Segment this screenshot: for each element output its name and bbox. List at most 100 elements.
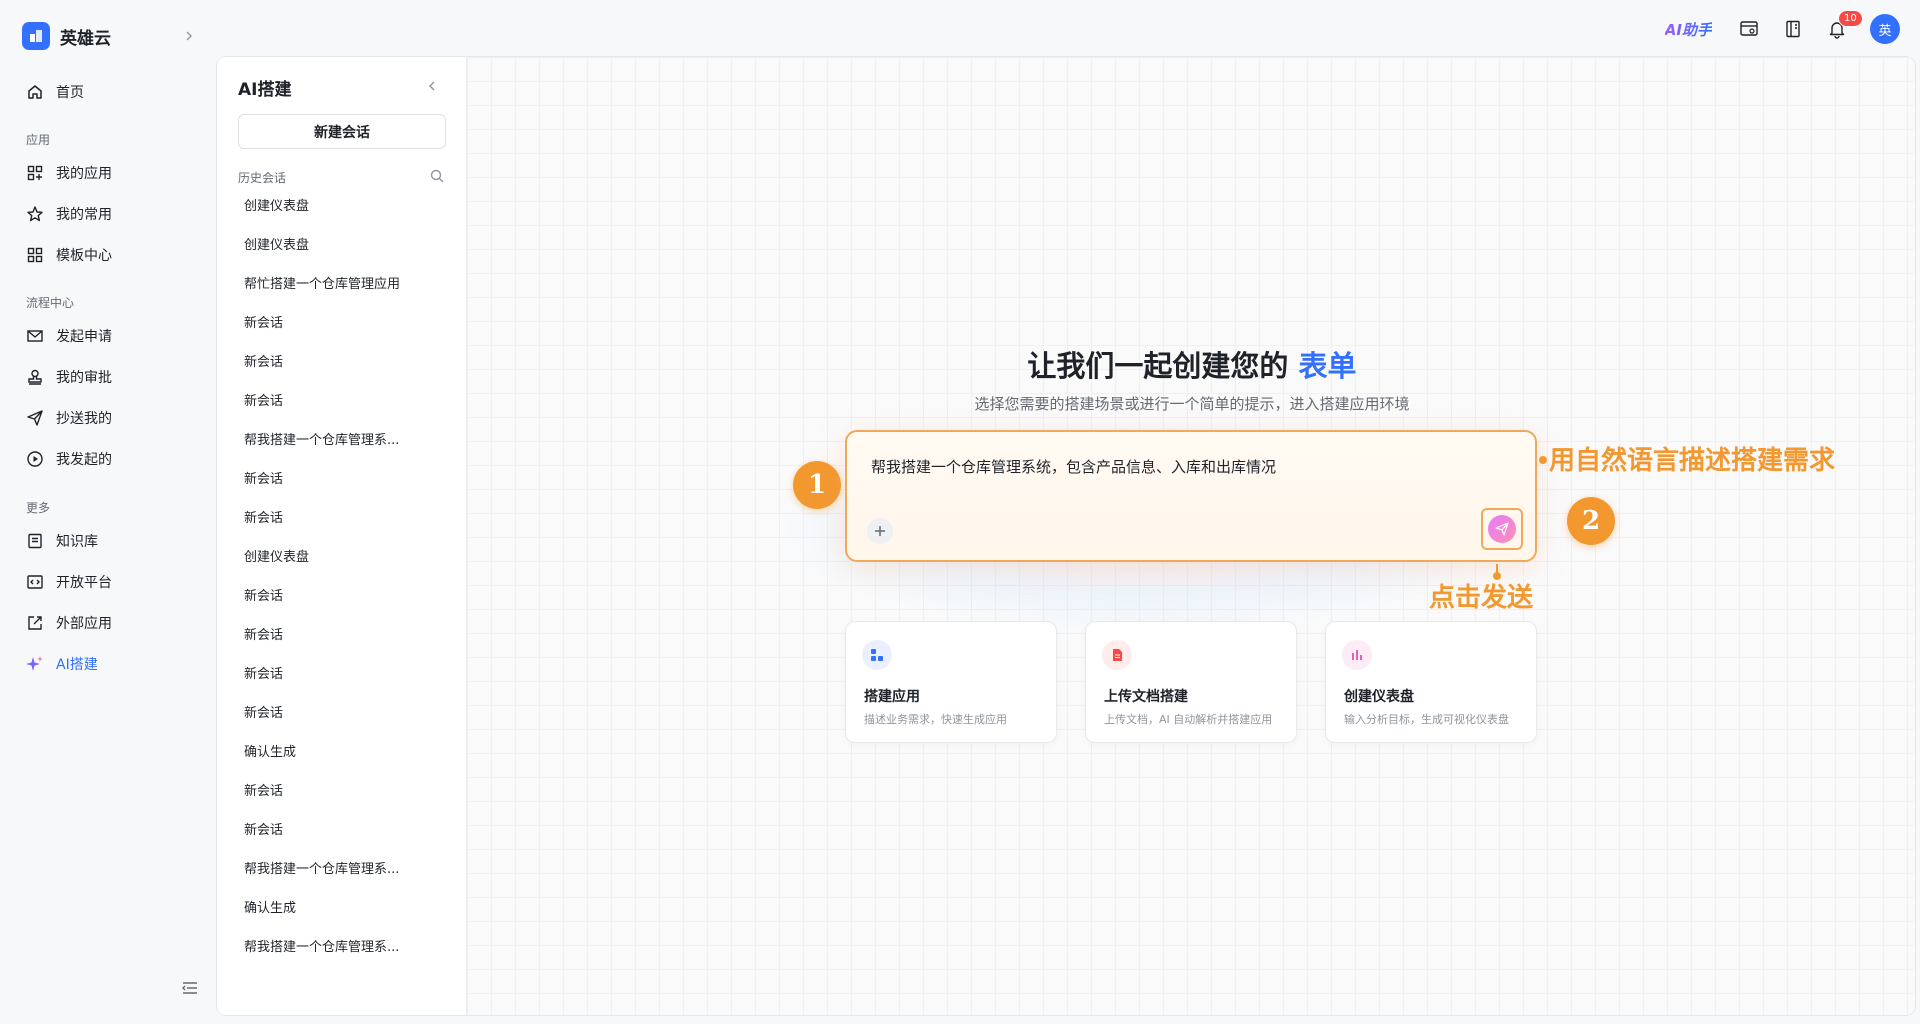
nav-item-label: 我的常用 [56,207,112,223]
history-item[interactable]: 确认生成 [227,887,459,926]
prompt-input-box[interactable]: 帮我搭建一个仓库管理系统，包含产品信息、入库和出库情况 [845,430,1537,562]
nav-item-my-approval[interactable]: 我的审批 [26,365,112,389]
history-item[interactable]: 帮我搭建一个仓库管理系... [227,926,459,965]
card-desc: 输入分析目标，生成可视化仪表盘 [1344,713,1509,726]
card-build-app[interactable]: 搭建应用 描述业务需求，快速生成应用 [845,621,1057,743]
step-1-badge: 1 [793,461,841,509]
brand-logo-icon [22,22,50,50]
book-icon [28,533,42,549]
history-item[interactable]: 确认生成 [227,731,459,770]
blocks-icon [862,640,892,670]
nav-item-cc-me[interactable]: 抄送我的 [26,406,112,430]
hero-title: 让我们一起创建您的 表单 [467,343,1915,385]
history-item[interactable]: 帮我搭建一个仓库管理系... [227,848,459,887]
send-button[interactable] [1488,515,1516,543]
nav-item-home[interactable]: 首页 [26,80,84,104]
document-icon [1102,640,1132,670]
code-window-icon [27,575,43,589]
nav-item-label: 我的应用 [56,166,112,182]
nav-item-apply[interactable]: 发起申请 [26,324,112,348]
nav-item-label: 开放平台 [56,575,112,591]
card-create-dashboard[interactable]: 创建仪表盘 输入分析目标，生成可视化仪表盘 [1325,621,1537,743]
history-item[interactable]: 新会话 [227,497,459,536]
nav-item-label: 外部应用 [56,616,112,632]
nav-item-templates[interactable]: 模板中心 [26,243,112,267]
hero-title-accent: 表单 [1298,349,1357,383]
nav-section-process: 流程中心 [26,296,75,310]
top-actions: AI助手 10 英 [1665,10,1900,44]
history-item[interactable]: 新会话 [227,341,459,380]
nav-item-initiated[interactable]: 我发起的 [26,447,112,471]
card-title: 创建仪表盘 [1344,689,1414,705]
build-canvas: 让我们一起创建您的 表单 选择您需要的搭建场景或进行一个简单的提示，进入搭建应用… [467,57,1915,1015]
apps-grid-icon [27,165,43,181]
avatar[interactable]: 英 [1870,14,1900,44]
history-item[interactable]: 新会话 [227,458,459,497]
nav-item-label: 抄送我的 [56,411,112,427]
card-desc: 描述业务需求，快速生成应用 [864,713,1007,726]
nav-item-label: AI搭建 [56,657,98,673]
history-item[interactable]: 新会话 [227,692,459,731]
add-attachment-button[interactable] [867,518,893,544]
annotation-step1-text: 用自然语言描述搭建需求 [1549,446,1836,476]
prompt-input[interactable]: 帮我搭建一个仓库管理系统，包含产品信息、入库和出库情况 [871,456,1276,477]
collapse-sidebar-icon[interactable] [180,978,200,998]
brand-name: 英雄云 [60,28,111,49]
nav-item-label: 我发起的 [56,452,112,468]
nav-item-label: 发起申请 [56,329,112,345]
nav-item-favorites[interactable]: 我的常用 [26,202,112,226]
card-title: 搭建应用 [864,689,920,705]
nav-item-external-apps[interactable]: 外部应用 [26,611,112,635]
left-nav: 英雄云 首页 应用 我的应用 我的常用 模板中心 流程中心 发起申请 我的审批 … [0,0,216,1024]
history-item[interactable]: 帮我搭建一个仓库管理系... [227,419,459,458]
history-item[interactable]: 新会话 [227,770,459,809]
new-chat-button[interactable]: 新建会话 [238,114,446,149]
history-item[interactable]: 创建仪表盘 [227,536,459,575]
annotation-dot [1539,456,1547,464]
sparkle-icon [26,656,43,671]
history-item[interactable]: 新会话 [227,614,459,653]
history-label: 历史会话 [238,171,287,185]
ai-helper-button[interactable]: AI助手 [1665,19,1712,40]
nav-item-open-platform[interactable]: 开放平台 [26,570,112,594]
bell-icon[interactable]: 10 [1826,10,1863,40]
history-item[interactable]: 新会话 [227,809,459,848]
star-icon [27,206,43,222]
search-icon[interactable] [429,168,445,184]
history-item[interactable]: 新会话 [227,575,459,614]
history-item[interactable]: 帮忙搭建一个仓库管理应用 [227,263,459,302]
history-item[interactable]: 新会话 [227,653,459,692]
play-circle-icon [27,451,43,467]
mail-icon [27,330,43,342]
history-title: AI搭建 [238,80,292,100]
nav-item-label: 知识库 [56,534,98,550]
bar-chart-icon [1342,640,1372,670]
send-plane-icon [27,410,43,426]
card-upload-doc[interactable]: 上传文档搭建 上传文档，AI 自动解析并搭建应用 [1085,621,1297,743]
nav-item-label: 我的审批 [56,370,112,386]
nav-item-ai-build[interactable]: AI搭建 [26,652,98,676]
notebook-icon[interactable] [1782,18,1804,40]
brand[interactable]: 英雄云 [22,22,111,50]
nav-item-label: 首页 [56,85,84,101]
history-item[interactable]: 创建仪表盘 [227,224,459,263]
main-panel: AI搭建 新建会话 历史会话 创建仪表盘 创建仪表盘 帮忙搭建一个仓库管理应用 … [216,56,1916,1016]
annotation-step2-text: 点击发送 [1429,583,1534,613]
nav-item-knowledge[interactable]: 知识库 [26,529,98,553]
history-panel: AI搭建 新建会话 历史会话 创建仪表盘 创建仪表盘 帮忙搭建一个仓库管理应用 … [217,57,467,1015]
history-item[interactable]: 新会话 [227,380,459,419]
card-title: 上传文档搭建 [1104,689,1188,705]
history-list: 创建仪表盘 创建仪表盘 帮忙搭建一个仓库管理应用 新会话 新会话 新会话 帮我搭… [227,185,459,965]
home-icon [28,85,42,99]
browser-settings-icon[interactable] [1738,18,1760,40]
notification-badge: 10 [1838,10,1863,27]
history-item[interactable]: 新会话 [227,302,459,341]
chevron-right-icon[interactable] [180,27,198,45]
history-item[interactable]: 创建仪表盘 [227,185,459,224]
nav-section-apps: 应用 [26,133,51,147]
hero-title-prefix: 让我们一起创建您的 [1027,349,1289,383]
hero-subtitle: 选择您需要的搭建场景或进行一个简单的提示，进入搭建应用环境 [974,395,1410,413]
template-icon [27,247,43,263]
nav-item-my-apps[interactable]: 我的应用 [26,161,112,185]
chevron-left-icon[interactable] [423,77,441,95]
